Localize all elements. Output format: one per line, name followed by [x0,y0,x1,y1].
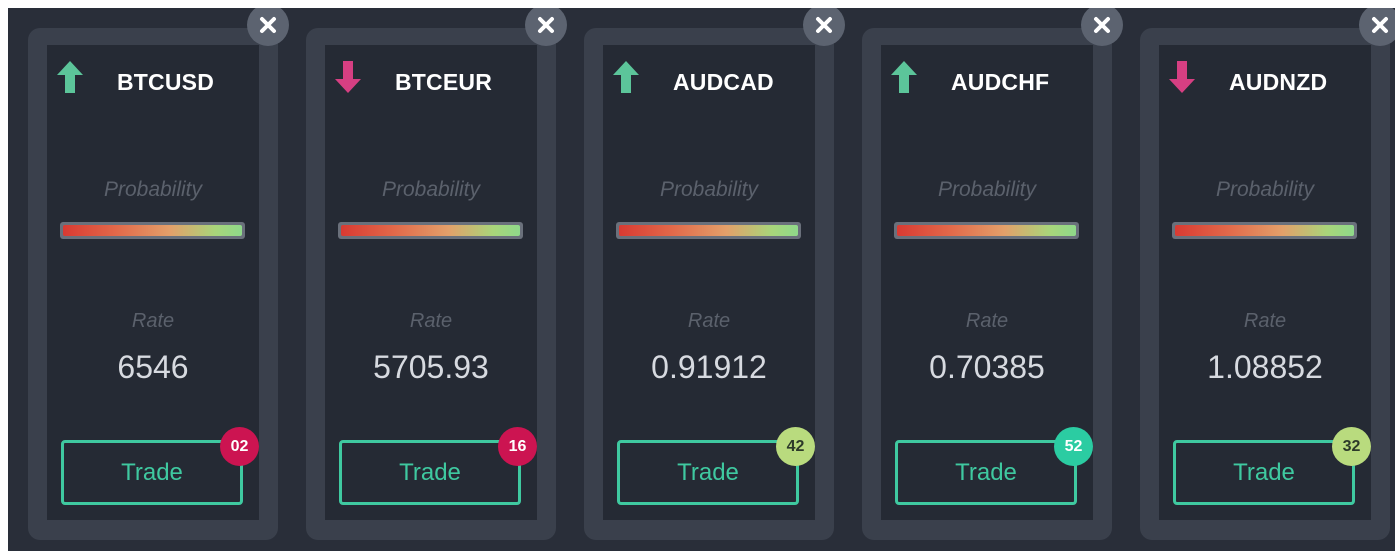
close-icon [816,17,832,33]
arrow-down-icon [335,61,361,93]
probability-bar [894,222,1079,239]
pair-symbol: BTCUSD [117,69,215,95]
card-body: AUDCHF Probability Rate 0.70385 Trade 52 [881,45,1093,520]
probability-bar [60,222,245,239]
rate-label: Rate [965,310,1009,332]
pair-symbol: AUDCAD [673,69,774,95]
pair-symbol: BTCEUR [395,69,493,95]
probability-label: Probability [1215,178,1315,201]
card-body: BTCUSD Probability Rate 6546 Trade 02 [47,45,259,520]
probability-label: Probability [659,178,759,201]
rate-value: 0.91912 [651,349,767,385]
trade-card: BTCEUR Probability Rate 5705.93 Trade 16 [306,28,556,540]
trade-cards-panel: BTCUSD Probability Rate 6546 Trade 02 BT… [8,8,1395,551]
trade-button[interactable]: Trade [61,440,243,505]
trades-count-badge: 02 [220,427,259,466]
close-card-button[interactable] [1081,8,1123,46]
probability-bar [1172,222,1357,239]
close-icon [1372,17,1388,33]
trades-count-badge: 52 [1054,427,1093,466]
trades-count-badge: 42 [776,427,815,466]
rate-label: Rate [687,310,731,332]
probability-fill [63,225,242,236]
probability-label: Probability [937,178,1037,201]
rate-label: Rate [131,310,175,332]
trade-card: AUDCHF Probability Rate 0.70385 Trade 52 [862,28,1112,540]
probability-label: Probability [381,178,481,201]
pair-symbol: AUDNZD [1229,69,1328,95]
rate-value: 1.08852 [1207,349,1323,385]
trades-count-badge: 16 [498,427,537,466]
close-card-button[interactable] [525,8,567,46]
trade-card: AUDCAD Probability Rate 0.91912 Trade 42 [584,28,834,540]
probability-bar [338,222,523,239]
probability-fill [619,225,798,236]
close-icon [260,17,276,33]
trade-card: AUDNZD Probability Rate 1.08852 Trade 32 [1140,28,1390,540]
rate-label: Rate [1243,310,1287,332]
card-body: AUDNZD Probability Rate 1.08852 Trade 32 [1159,45,1371,520]
trade-button[interactable]: Trade [339,440,521,505]
probability-label: Probability [103,178,203,201]
arrow-down-icon [1169,61,1195,93]
trades-count-badge: 32 [1332,427,1371,466]
trade-button[interactable]: Trade [895,440,1077,505]
probability-fill [341,225,520,236]
close-icon [1094,17,1110,33]
rate-value: 6546 [117,349,189,385]
probability-bar [616,222,801,239]
arrow-up-icon [613,61,639,93]
probability-fill [1175,225,1354,236]
pair-symbol: AUDCHF [951,69,1050,95]
card-body: BTCEUR Probability Rate 5705.93 Trade 16 [325,45,537,520]
rate-label: Rate [409,310,453,332]
rate-value: 0.70385 [929,349,1045,385]
trade-button[interactable]: Trade [1173,440,1355,505]
card-body: AUDCAD Probability Rate 0.91912 Trade 42 [603,45,815,520]
close-icon [538,17,554,33]
probability-fill [897,225,1076,236]
trade-card: BTCUSD Probability Rate 6546 Trade 02 [28,28,278,540]
rate-value: 5705.93 [373,349,489,385]
close-card-button[interactable] [803,8,845,46]
arrow-up-icon [57,61,83,93]
arrow-up-icon [891,61,917,93]
close-card-button[interactable] [247,8,289,46]
trade-button[interactable]: Trade [617,440,799,505]
